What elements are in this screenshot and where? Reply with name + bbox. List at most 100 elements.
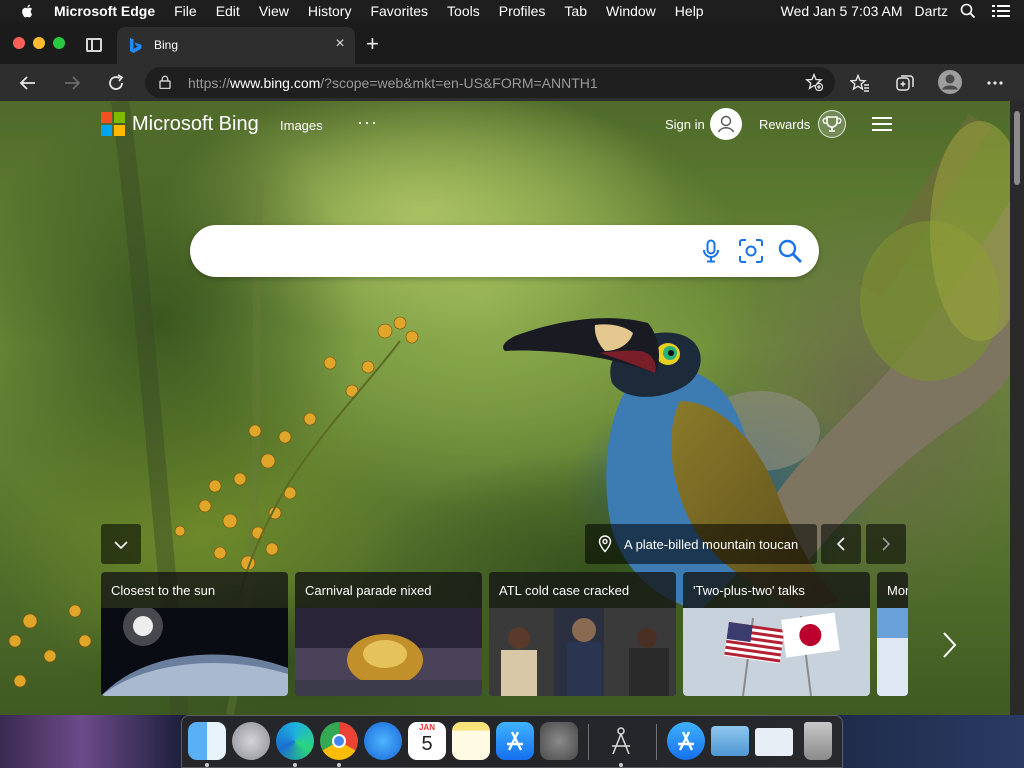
search-input[interactable] — [190, 225, 819, 277]
image-caption[interactable]: A plate-billed mountain toucan — [585, 524, 817, 564]
tab-close-icon[interactable]: × — [333, 36, 347, 52]
dock-finder-icon[interactable] — [188, 722, 226, 760]
dock-chrome-icon[interactable] — [320, 722, 358, 760]
address-bar[interactable]: https://www.bing.com/?scope=web&mkt=en-U… — [145, 67, 835, 98]
next-image-button[interactable] — [866, 524, 906, 564]
brand-name: Microsoft Bing — [132, 112, 259, 135]
new-tab-icon[interactable]: + — [366, 33, 379, 55]
menu-favorites[interactable]: Favorites — [370, 3, 428, 19]
news-next-arrow-icon[interactable] — [934, 625, 964, 665]
news-card[interactable]: Closest to the sun — [101, 572, 288, 696]
menu-history[interactable]: History — [308, 3, 352, 19]
dock-running-indicator — [293, 763, 297, 767]
calendar-month: JAN — [418, 723, 435, 732]
tab-bing[interactable]: Bing × — [117, 27, 355, 64]
window-minimize-button[interactable] — [33, 37, 45, 49]
nav-images-link[interactable]: Images — [280, 118, 323, 133]
control-center-icon[interactable] — [992, 4, 1010, 18]
menu-tools[interactable]: Tools — [447, 3, 480, 19]
dock-app-store-icon[interactable] — [496, 722, 534, 760]
menu-window[interactable]: Window — [606, 3, 656, 19]
dock-safari-icon[interactable] — [364, 722, 402, 760]
chevron-right-icon — [882, 537, 891, 551]
dock-trash-icon[interactable] — [804, 722, 832, 760]
microphone-icon[interactable] — [701, 239, 721, 263]
dock-downloads-folder-icon[interactable] — [711, 726, 749, 756]
chevron-down-icon — [114, 541, 128, 550]
collections-icon[interactable] — [895, 73, 915, 93]
menu-view[interactable]: View — [259, 3, 289, 19]
apple-icon[interactable] — [18, 3, 38, 19]
menubar-user[interactable]: Dartz — [915, 3, 948, 19]
dock-separator — [656, 724, 657, 760]
dock-running-indicator — [205, 763, 209, 767]
news-card[interactable]: ATL cold case cracked — [489, 572, 676, 696]
favorites-icon[interactable] — [850, 73, 870, 93]
dock-documents-stack-icon[interactable] — [755, 728, 793, 756]
news-card-thumbnail — [295, 608, 482, 696]
visual-search-icon[interactable] — [738, 238, 764, 264]
news-card[interactable]: 'Two-plus-two' talks — [683, 572, 870, 696]
window-close-button[interactable] — [13, 37, 25, 49]
bing-homepage: Microsoft Bing Images ··· Sign in Reward… — [0, 101, 1010, 715]
back-icon[interactable] — [18, 73, 38, 93]
news-card-title: 'Two-plus-two' talks — [693, 583, 805, 598]
browser-toolbar: https://www.bing.com/?scope=web&mkt=en-U… — [0, 64, 1024, 101]
dock-running-indicator — [619, 763, 623, 767]
previous-image-button[interactable] — [821, 524, 861, 564]
more-options-icon[interactable] — [985, 73, 1005, 93]
macos-dock: JAN 5 — [181, 715, 843, 768]
tab-title: Bing — [154, 38, 179, 52]
news-card[interactable]: Carnival parade nixed — [295, 572, 482, 696]
dock-edge-icon[interactable] — [276, 722, 314, 760]
hamburger-menu-icon[interactable] — [872, 116, 892, 132]
rewards-trophy-icon[interactable] — [818, 110, 846, 138]
rewards-link[interactable]: Rewards — [759, 117, 810, 132]
menu-profiles[interactable]: Profiles — [499, 3, 546, 19]
dock-system-preferences-icon[interactable] — [540, 722, 578, 760]
forward-icon[interactable] — [62, 73, 82, 93]
news-card[interactable]: Mor — [877, 572, 908, 696]
sign-in-link[interactable]: Sign in — [665, 117, 705, 132]
microsoft-logo-icon — [101, 112, 125, 136]
menu-edit[interactable]: Edit — [216, 3, 240, 19]
calendar-day: 5 — [421, 733, 433, 755]
window-zoom-button[interactable] — [53, 37, 65, 49]
search-submit-icon[interactable] — [777, 238, 803, 264]
menu-app-name[interactable]: Microsoft Edge — [54, 3, 155, 19]
refresh-icon[interactable] — [106, 73, 126, 93]
macos-menubar: Microsoft Edge File Edit View History Fa… — [0, 0, 1024, 22]
profile-avatar-icon[interactable] — [938, 70, 962, 94]
dock-screenshot-icon[interactable] — [602, 722, 640, 760]
news-card-thumbnail — [489, 608, 676, 696]
url-text[interactable]: https://www.bing.com/?scope=web&mkt=en-U… — [188, 75, 598, 91]
nav-more-icon[interactable]: ··· — [357, 112, 378, 133]
dock-notes-icon[interactable] — [452, 722, 490, 760]
tab-actions-icon[interactable] — [86, 38, 102, 52]
tab-strip: Bing × + — [0, 22, 1024, 64]
page-scrollbar[interactable] — [1010, 101, 1024, 715]
news-card-thumbnail — [877, 608, 908, 696]
menu-file[interactable]: File — [174, 3, 197, 19]
image-caption-text: A plate-billed mountain toucan — [624, 537, 799, 552]
menubar-status-area: Wed Jan 5 7:03 AM Dartz — [781, 0, 1024, 22]
bing-logo[interactable]: Microsoft Bing — [101, 112, 259, 136]
sign-in-avatar-icon[interactable] — [710, 108, 742, 140]
news-card-title: ATL cold case cracked — [499, 583, 630, 598]
menu-tab[interactable]: Tab — [564, 3, 587, 19]
dock-applications-folder-icon[interactable] — [667, 722, 705, 760]
scrollbar-thumb[interactable] — [1014, 111, 1020, 185]
news-card-thumbnail — [683, 608, 870, 696]
news-card-thumbnail — [101, 608, 288, 696]
news-card-title: Carnival parade nixed — [305, 583, 432, 598]
dock-launchpad-icon[interactable] — [232, 722, 270, 760]
collapse-feed-button[interactable] — [101, 524, 141, 564]
lock-icon[interactable] — [159, 75, 171, 89]
add-favorite-icon[interactable] — [805, 73, 823, 91]
news-card-title: Mor — [887, 583, 908, 598]
spotlight-search-icon[interactable] — [960, 3, 976, 19]
menu-help[interactable]: Help — [675, 3, 704, 19]
dock-calendar-icon[interactable]: JAN 5 — [408, 722, 446, 760]
menubar-clock[interactable]: Wed Jan 5 7:03 AM — [781, 3, 903, 19]
chevron-left-icon — [836, 537, 845, 551]
